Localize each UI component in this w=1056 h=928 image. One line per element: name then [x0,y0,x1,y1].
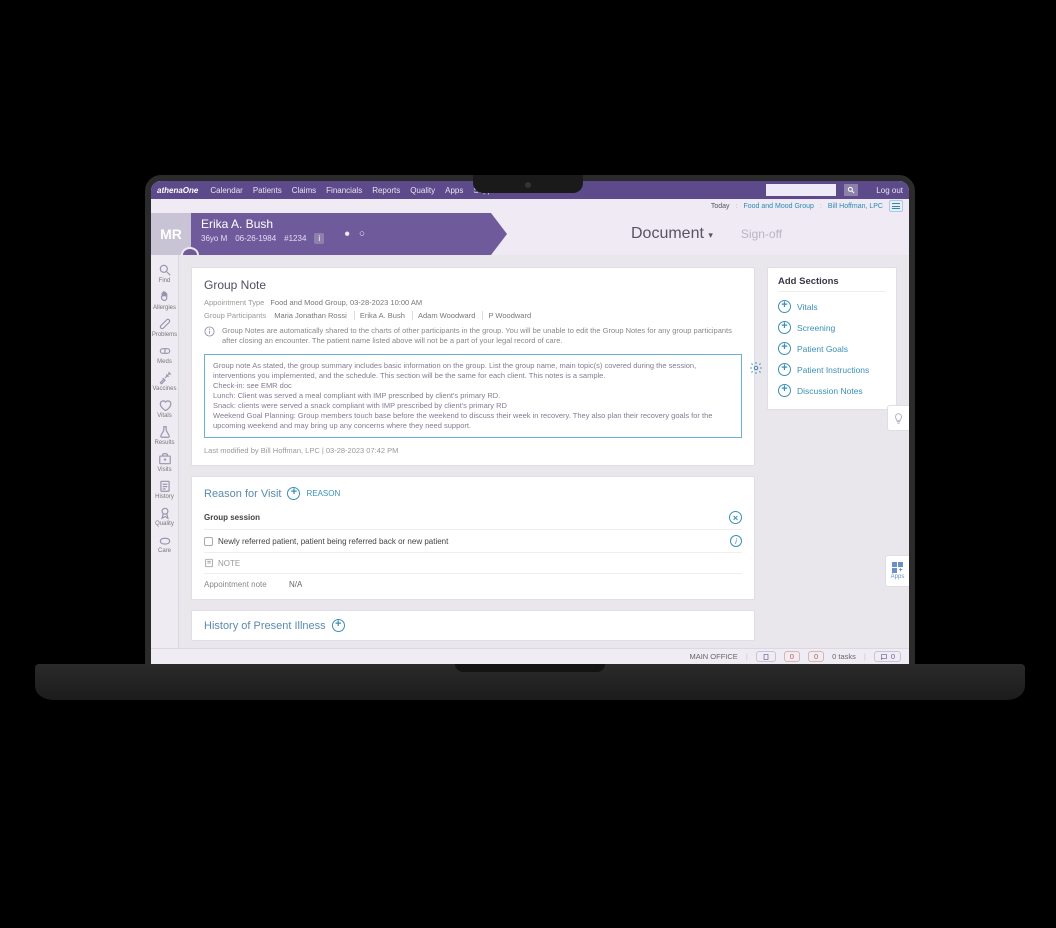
info-icon[interactable]: i [730,535,742,547]
nav-links: Calendar Patients Claims Financials Repo… [210,186,501,195]
left-icon-sidebar: Find Allergies Problems Meds Vaccines [151,255,179,648]
add-section-patient-instructions[interactable]: Patient Instructions [778,359,886,380]
search-icon [157,263,173,277]
sidebar-allergies[interactable]: Allergies [151,288,178,313]
office-label: MAIN OFFICE [689,652,737,661]
context-user-link[interactable]: Bill Hoffman, LPC [828,203,883,210]
clipboard-icon [157,479,173,493]
pill-icon [157,344,173,358]
sidebar-vaccines[interactable]: Vaccines [151,369,178,394]
caret-down-icon: ▾ [708,230,713,240]
patient-dob: 06-26-1984 [235,234,276,243]
status-bar: MAIN OFFICE | 0 0 0 tasks | 0 [151,648,909,664]
global-search-button[interactable] [844,184,858,196]
context-group-link[interactable]: Food and Mood Group [743,203,813,210]
add-icon [778,363,791,376]
nav-quality[interactable]: Quality [410,186,435,195]
patient-age-sex: 36yo M [201,234,227,243]
hand-icon [157,290,173,304]
add-icon [778,342,791,355]
close-icon[interactable]: × [729,511,742,524]
hamburger-icon[interactable] [889,200,903,212]
group-note-textarea[interactable]: Group note As stated, the group summary … [204,354,742,439]
sidebar-vitals[interactable]: Vitals [151,396,178,421]
group-note-title: Group Note [204,278,742,292]
add-section-vitals[interactable]: Vitals [778,296,886,317]
sidebar-quality[interactable]: Quality [151,504,178,529]
add-icon[interactable] [332,619,345,632]
sidebar-results[interactable]: Results [151,423,178,448]
lightbulb-icon[interactable] [887,405,909,431]
reason-link[interactable]: REASON [306,489,340,498]
nav-financials[interactable]: Financials [326,186,362,195]
sidebar-problems[interactable]: Problems [151,315,178,340]
gear-icon[interactable] [749,361,763,375]
info-message: Group Notes are automatically shared to … [204,326,742,346]
brand-logo: athenaOne [157,186,198,195]
add-icon [778,321,791,334]
sidebar-meds[interactable]: Meds [151,342,178,367]
add-icon [778,300,791,313]
count-pill-1[interactable]: 0 [784,651,800,662]
appointment-type-value: Food and Mood Group, 03-28-2023 10:00 AM [270,298,422,307]
checkbox-icon[interactable] [204,537,213,546]
bandage-icon [157,317,173,331]
nav-reports[interactable]: Reports [372,186,400,195]
group-session-label: Group session [204,513,260,522]
note-indicator[interactable]: NOTE [204,552,742,573]
appt-note-value: N/A [289,580,302,589]
nav-claims[interactable]: Claims [292,186,316,195]
syringe-icon [157,371,173,385]
patient-summary[interactable]: Erika A. Bush 36yo M 06-26-1984 #1234 i … [191,213,491,255]
appt-note-label: Appointment note [204,580,267,589]
heart-icon [157,398,173,412]
rv-title: Reason for Visit [204,488,281,500]
sidebar-care[interactable]: Care [151,531,178,556]
logout-link[interactable]: Log out [876,186,903,195]
add-section-patient-goals[interactable]: Patient Goals [778,338,886,359]
info-chip-icon[interactable]: i [314,233,324,244]
hands-icon [157,533,173,547]
add-sections-title: Add Sections [778,276,886,292]
hpi-card: History of Present Illness [191,610,755,641]
global-search-input[interactable] [766,184,836,196]
tasks-label[interactable]: 0 tasks [832,652,856,661]
nav-patients[interactable]: Patients [253,186,282,195]
nav-calendar[interactable]: Calendar [210,186,242,195]
apps-fab[interactable]: + Apps [885,555,909,587]
add-icon [778,384,791,397]
clipboard-pill[interactable] [756,651,776,662]
context-bar: Today : Food and Mood Group : Bill Hoffm… [151,199,909,213]
progress-dots-icon: ● ○ [344,229,368,240]
workflow-steps: Document ▾ Sign-off [491,213,909,255]
add-sections-card: Add Sections Vitals Screening Patient Go… [767,267,897,410]
flask-icon [157,425,173,439]
referral-checkbox-row[interactable]: Newly referred patient, patient being re… [204,537,448,546]
add-icon[interactable] [287,487,300,500]
messages-pill[interactable]: 0 [874,651,901,662]
sidebar-visits[interactable]: Visits [151,450,178,475]
main-area: Group Note Appointment TypeFood and Mood… [179,255,909,648]
nav-apps[interactable]: Apps [445,186,463,195]
step-signoff[interactable]: Sign-off [741,227,782,241]
count-pill-2[interactable]: 0 [808,651,824,662]
step-document[interactable]: Document ▾ [631,225,713,243]
briefcase-icon [157,452,173,466]
group-note-card: Group Note Appointment TypeFood and Mood… [191,267,755,466]
last-modified-text: Last modified by Bill Hoffman, LPC | 03-… [204,446,742,455]
info-icon [204,326,216,346]
participants-list: Maria Jonathan Rossi Erika A. Bush Adam … [274,311,536,320]
reason-for-visit-card: Reason for Visit REASON Group session × [191,476,755,600]
today-label: Today [711,203,730,210]
patient-name: Erika A. Bush [201,217,481,231]
hpi-title: History of Present Illness [204,620,326,632]
apps-grid-icon: + [892,562,903,573]
add-section-screening[interactable]: Screening [778,317,886,338]
sidebar-history[interactable]: History [151,477,178,502]
add-section-discussion-notes[interactable]: Discussion Notes [778,380,886,401]
sidebar-find[interactable]: Find [151,261,178,286]
patient-banner: MR Erika A. Bush 36yo M 06-26-1984 #1234… [151,213,909,255]
patient-id: #1234 [284,234,306,243]
ribbon-icon [157,506,173,520]
